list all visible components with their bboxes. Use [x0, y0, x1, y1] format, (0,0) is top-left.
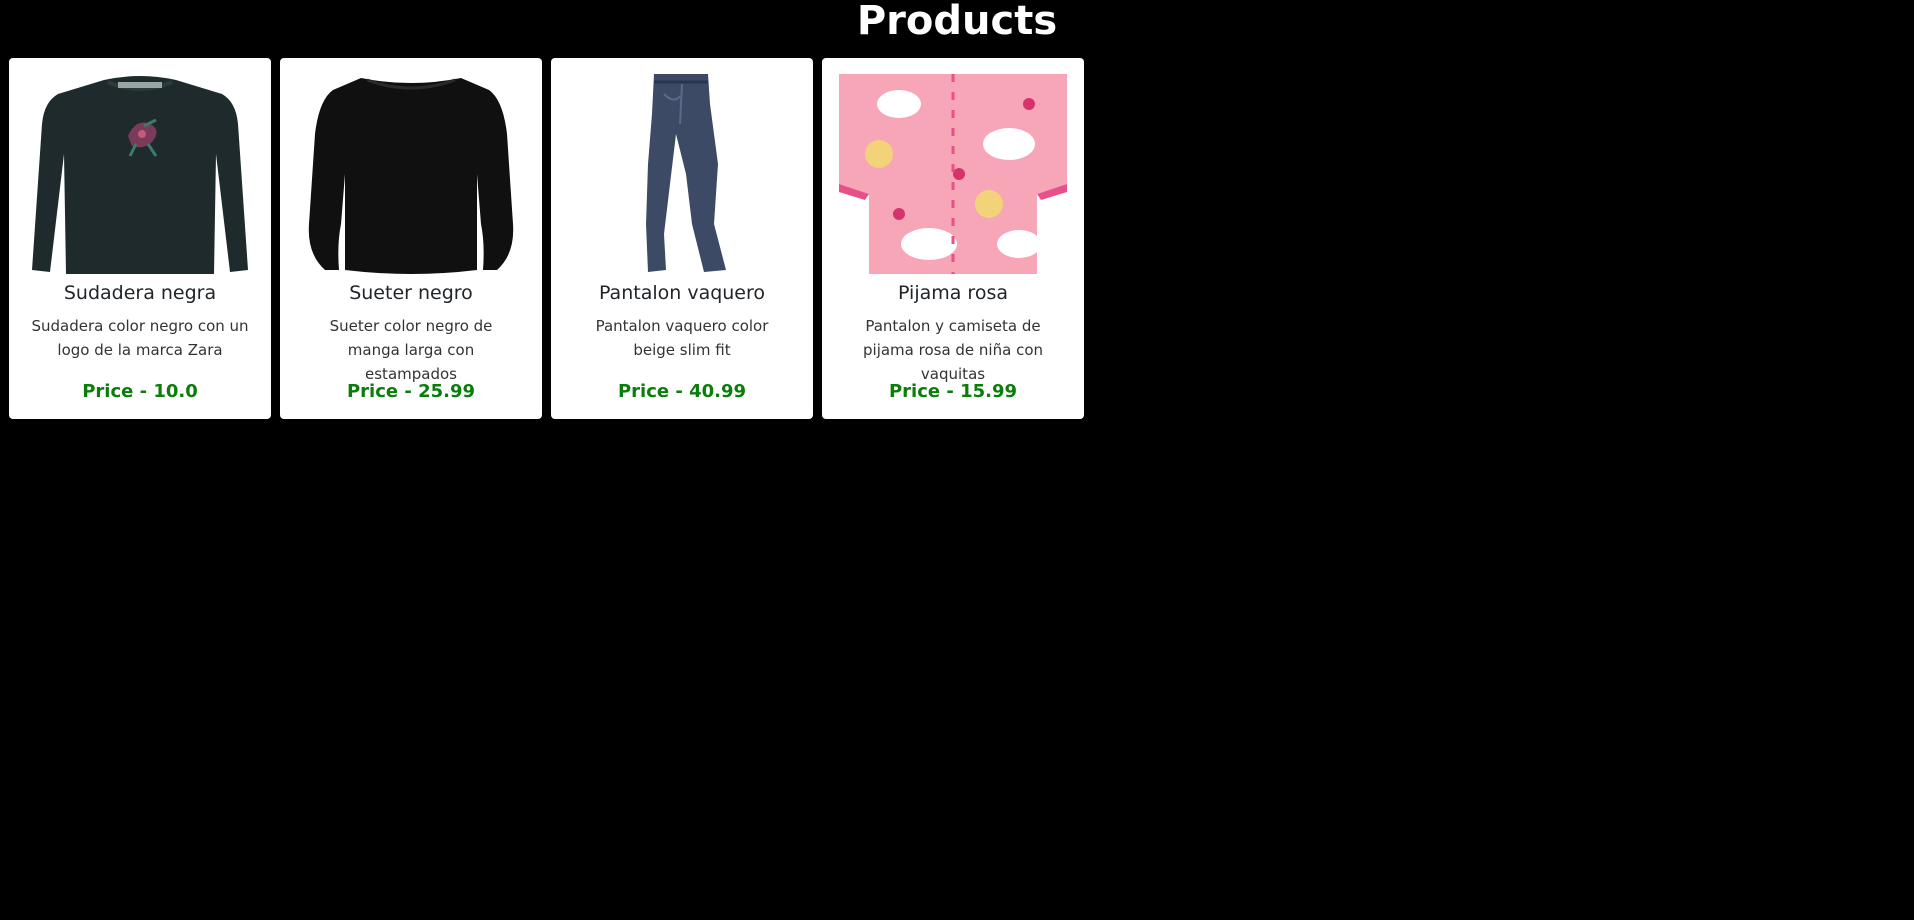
product-description: Sudadera color negro con un logo de la m… — [31, 317, 249, 359]
product-name: Sudadera negra — [63, 282, 217, 304]
product-name: Pijama rosa — [898, 282, 1008, 304]
product-description: Sueter color negro de manga larga con es… — [329, 317, 493, 383]
product-card[interactable]: Sudadera negra Sudadera color negro con … — [9, 58, 271, 419]
product-price: Price - 15.99 — [888, 381, 1018, 402]
products-page: Products Sudadera negra Sudadera color n… — [0, 0, 1914, 920]
product-name: Pantalon vaquero — [598, 282, 766, 304]
page-title: Products — [856, 0, 1058, 44]
product-description: Pantalon y camiseta de pijama rosa de ni… — [863, 317, 1043, 383]
product-card[interactable]: Sueter negro Sueter color negro de manga… — [280, 58, 542, 419]
product-price: Price - 25.99 — [346, 381, 476, 402]
product-name: Sueter negro — [349, 282, 473, 304]
pajama-icon — [839, 74, 1067, 274]
product-card[interactable]: Pantalon vaquero Pantalon vaquero color … — [551, 58, 813, 419]
product-price: Price - 40.99 — [617, 381, 747, 402]
product-card[interactable]: Pijama rosa Pantalon y camiseta de pijam… — [822, 58, 1084, 419]
product-grid: Sudadera negra Sudadera color negro con … — [9, 58, 1084, 419]
product-description: Pantalon vaquero color beige slim fit — [595, 317, 769, 359]
sweater-icon — [297, 74, 525, 274]
product-price: Price - 10.0 — [82, 381, 198, 402]
sweatshirt-icon — [26, 74, 254, 274]
jeans-icon — [568, 74, 796, 274]
